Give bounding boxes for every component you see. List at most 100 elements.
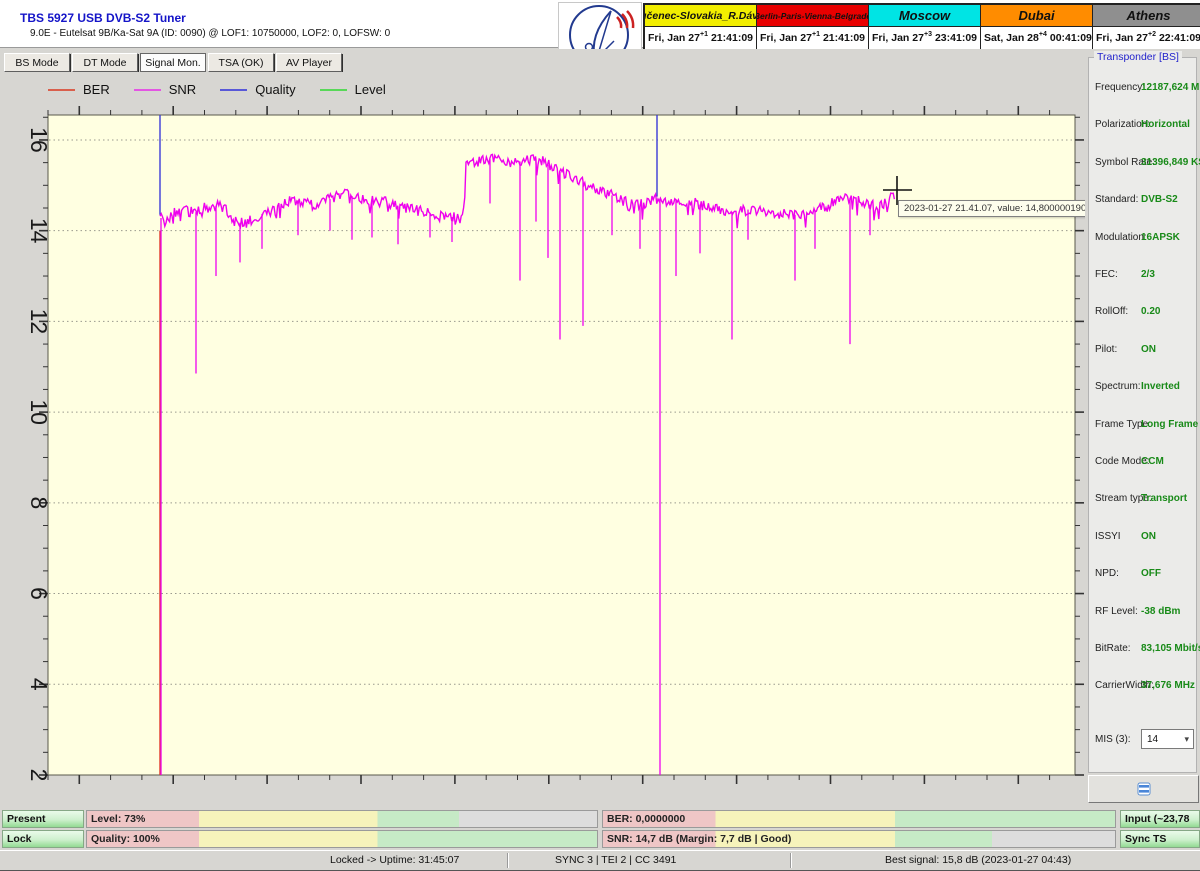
clock-time-value: 21:41:09 (822, 32, 865, 44)
clock-time-cell: Fri, Jan 27 +1 21:41:09 (645, 27, 756, 49)
transponder-row-label: BitRate: (1095, 643, 1131, 654)
tab-bs-mode[interactable]: BS Mode (4, 53, 70, 72)
transponder-row-value: Long Frame (1141, 418, 1199, 430)
quality-label: Quality: 100% (91, 833, 160, 845)
clock-utc-offset: +3 (923, 31, 932, 38)
transponder-row-value: 31396,849 KS/s (1141, 156, 1200, 168)
mis-label: MIS (3): (1095, 734, 1131, 745)
clock-time-value: 23:41:09 (934, 32, 977, 44)
app-title: TBS 5927 USB DVB-S2 Tuner (20, 11, 186, 25)
lock-badge: Lock (2, 830, 84, 848)
progress-unfilled (459, 811, 597, 827)
clock-time-cell: Fri, Jan 27 +2 22:41:09 (1093, 27, 1200, 49)
status-bar: Locked -> Uptime: 31:45:07 SYNC 3 | TEI … (0, 850, 1200, 870)
y-axis-label: 2 (26, 769, 52, 782)
snr-progressbar: SNR: 14,7 dB (Margin: 7,7 dB | Good) (602, 830, 1116, 848)
tab-dt-mode[interactable]: DT Mode (72, 53, 138, 72)
signal-monitor-panel: BER SNR Quality Level 2 4 6 8 10 12 14 16 2023-01-… (0, 72, 1114, 808)
transponder-row-value: -38 dBm (1141, 605, 1181, 617)
y-axis-label: 4 (26, 678, 52, 691)
transponder-row-label: Frequency: (1095, 82, 1146, 93)
transponder-row-value: 37,676 MHz (1141, 680, 1195, 692)
transponder-row-value: ON (1141, 343, 1156, 355)
input-rate-badge: Input (~23,78 Mbps) (1120, 810, 1200, 841)
snr-label: SNR: 14,7 dB (Margin: 7,7 dB | Good) (607, 833, 792, 845)
transponder-row-value: 12187,624 MHz (1141, 82, 1200, 93)
transponder-row-value: CCM (1141, 456, 1164, 467)
status-separator (507, 853, 509, 868)
tab-strip: BS Mode DT Mode Signal Mon. TSA (OK) AV Play… (0, 49, 1085, 72)
clock-time-value: 00:41:09 (1049, 32, 1092, 44)
clock-utc-offset: +1 (699, 31, 708, 38)
sync-ts-badge: Sync TS (1120, 830, 1200, 848)
tab-signal-mon-[interactable]: Signal Mon. (140, 53, 206, 72)
y-axis-label: 14 (26, 218, 52, 244)
clock-utc-offset: +2 (1147, 31, 1156, 38)
chevron-down-icon: ▾ (1184, 733, 1189, 744)
y-axis-label: 6 (26, 587, 52, 600)
transponder-row-value: 0.20 (1141, 306, 1161, 318)
uptime-status: Locked -> Uptime: 31:45:07 (330, 854, 460, 866)
y-axis-label: 12 (26, 309, 52, 335)
clock-time-cell: Sat, Jan 28 +4 00:41:09 (981, 27, 1092, 49)
clock-city-header: Lučenec-Slovakia_R.Dávid (645, 5, 756, 26)
best-signal-status: Best signal: 15,8 dB (2023-01-27 04:43) (885, 854, 1072, 866)
ber-progressbar: BER: 0,0000000 (602, 810, 1116, 828)
transponder-row-value: Inverted (1141, 381, 1180, 393)
transponder-row-value: Transport (1141, 493, 1188, 505)
database-icon (1137, 782, 1150, 796)
clock-city-header: Dubai (981, 5, 1092, 26)
transponder-row-label: Modulation: (1095, 231, 1147, 243)
clock-time-value: 22:41:09 (1158, 32, 1200, 44)
signal-chart[interactable]: 2 4 6 8 10 12 14 16 (0, 72, 1085, 808)
stream-list-button[interactable] (1088, 775, 1199, 803)
clock-date: Fri, Jan 27 (760, 32, 812, 44)
tab-av-player[interactable]: AV Player (276, 53, 342, 72)
transponder-row-value: 83,105 Mbit/s (1141, 643, 1200, 654)
transponder-row-label: Standard: (1095, 194, 1139, 206)
indicator-bar-area: Present Level: 73% BER: 0,0000000 Input … (0, 808, 1200, 850)
y-axis-label: 8 (26, 496, 52, 509)
level-label: Level: 73% (91, 813, 146, 825)
transponder-row-label: RF Level: (1095, 605, 1138, 617)
transponder-groupbox: Transponder [BS] MIS (3): 14 ▾ Frequency… (1088, 51, 1200, 773)
clock-city-header: Athens (1093, 5, 1200, 26)
transponder-row-label: Pilot: (1095, 343, 1118, 355)
clock-time-value: 21:41:09 (710, 32, 753, 44)
status-separator (790, 853, 792, 868)
clock-utc-offset: +4 (1038, 31, 1047, 38)
transponder-row-value: 2/3 (1141, 269, 1155, 280)
clock-date: Fri, Jan 27 (1096, 32, 1148, 44)
satellite-subtitle: 9.0E - Eutelsat 9B/Ka-Sat 9A (ID: 0090) … (30, 28, 391, 39)
chart-tooltip: 2023-01-27 21.41.07, value: 14,800000190… (898, 200, 1114, 217)
clock-city-header: Berlin-Paris-Vienna-Belgrade (757, 5, 868, 26)
clock-time-cell: Fri, Jan 27 +1 21:41:09 (757, 27, 868, 49)
clock-utc-offset: +1 (811, 31, 820, 38)
level-progressbar: Level: 73% (86, 810, 598, 828)
tab-tsa-ok-[interactable]: TSA (OK) (208, 53, 274, 72)
transponder-row-value: ON (1141, 530, 1156, 542)
ber-label: BER: 0,0000000 (607, 813, 686, 825)
tuner-app-window: TBS 5927 USB DVB-S2 Tuner 9.0E - Eutelsa… (0, 0, 1200, 871)
transponder-row-label: NPD: (1095, 568, 1119, 580)
clock-date: Sat, Jan 28 (984, 32, 1039, 44)
transponder-row-label: RollOff: (1095, 306, 1129, 318)
transponder-row-label: Spectrum: (1095, 381, 1141, 393)
mis-selected-value: 14 (1147, 733, 1159, 745)
clock-date: Fri, Jan 27 (648, 32, 700, 44)
progress-unfilled (992, 831, 1115, 847)
mis-dropdown[interactable]: 14 ▾ (1141, 729, 1194, 749)
world-clock-table: Lučenec-Slovakia_R.DávidBerlin-Paris-Vie… (643, 3, 1200, 52)
clock-time-cell: Fri, Jan 27 +3 23:41:09 (869, 27, 980, 49)
sidebar: Transponder [BS] MIS (3): 14 ▾ Frequency… (1085, 49, 1200, 808)
transponder-row-label: ISSYI (1095, 530, 1121, 542)
present-badge: Present (2, 810, 84, 828)
transponder-row-value: OFF (1141, 568, 1161, 580)
transponder-row-value: Horizontal (1141, 119, 1190, 131)
clock-date: Fri, Jan 27 (872, 32, 924, 44)
transponder-row-value: 16APSK (1141, 231, 1180, 243)
clock-city-header: Moscow (869, 5, 980, 26)
sync-status: SYNC 3 | TEI 2 | CC 3491 (555, 854, 677, 866)
transponder-row-value: DVB-S2 (1141, 194, 1178, 206)
transponder-row-label: FEC: (1095, 269, 1118, 280)
